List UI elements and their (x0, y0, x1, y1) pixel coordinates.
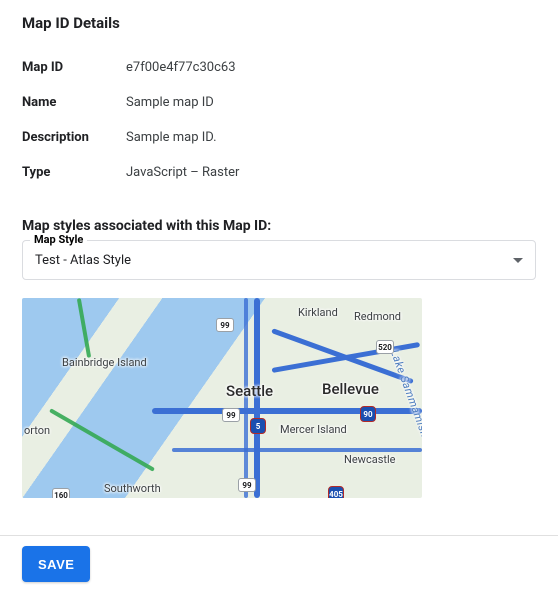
map-style-select[interactable]: Test - Atlas Style (22, 240, 536, 280)
map-city-label: Bellevue (322, 380, 379, 398)
detail-label: Type (22, 155, 126, 190)
interstate-shield-icon: 5 (250, 418, 266, 434)
detail-label: Description (22, 120, 126, 155)
chevron-down-icon (513, 258, 523, 263)
map-style-select-label: Map Style (30, 233, 87, 246)
map-city-label: Kirkland (298, 306, 338, 319)
section-title: Map ID Details (22, 14, 536, 32)
detail-row: Type JavaScript – Raster (22, 155, 536, 190)
detail-value: JavaScript – Raster (126, 155, 536, 190)
route-shield-icon: 160 (52, 488, 70, 498)
map-city-label: orton (24, 424, 50, 437)
interstate-shield-icon: 90 (360, 406, 376, 422)
interstate-shield-icon: 405 (328, 486, 344, 498)
road-line (152, 408, 422, 414)
detail-value: Sample map ID. (126, 120, 536, 155)
detail-row: Map ID e7f00e4f77c30c63 (22, 50, 536, 85)
bottom-action-bar: SAVE (0, 535, 558, 596)
detail-value: e7f00e4f77c30c63 (126, 50, 536, 85)
details-table: Map ID e7f00e4f77c30c63 Name Sample map … (22, 50, 536, 190)
road-line (172, 448, 422, 452)
detail-row: Name Sample map ID (22, 85, 536, 120)
map-city-label: Mercer Island (280, 423, 347, 436)
detail-row: Description Sample map ID. (22, 120, 536, 155)
map-city-label: Southworth (104, 482, 161, 495)
route-shield-icon: 99 (222, 408, 240, 422)
map-city-label: Seattle (226, 382, 273, 400)
map-city-label: Bainbridge Island (62, 356, 147, 369)
map-city-label: Newcastle (344, 453, 395, 466)
save-button[interactable]: SAVE (22, 546, 90, 582)
map-style-selected-value: Test - Atlas Style (35, 253, 131, 268)
map-preview[interactable]: Seattle Bellevue Kirkland Redmond Mercer… (22, 298, 422, 498)
associated-styles-title: Map styles associated with this Map ID: (22, 218, 536, 234)
detail-label: Map ID (22, 50, 126, 85)
route-shield-icon: 520 (376, 340, 394, 354)
detail-label: Name (22, 85, 126, 120)
map-city-label: Redmond (354, 310, 401, 323)
detail-value: Sample map ID (126, 85, 536, 120)
route-shield-icon: 99 (216, 318, 234, 332)
route-shield-icon: 99 (238, 478, 256, 492)
map-style-select-wrap: Map Style Test - Atlas Style (22, 240, 536, 280)
